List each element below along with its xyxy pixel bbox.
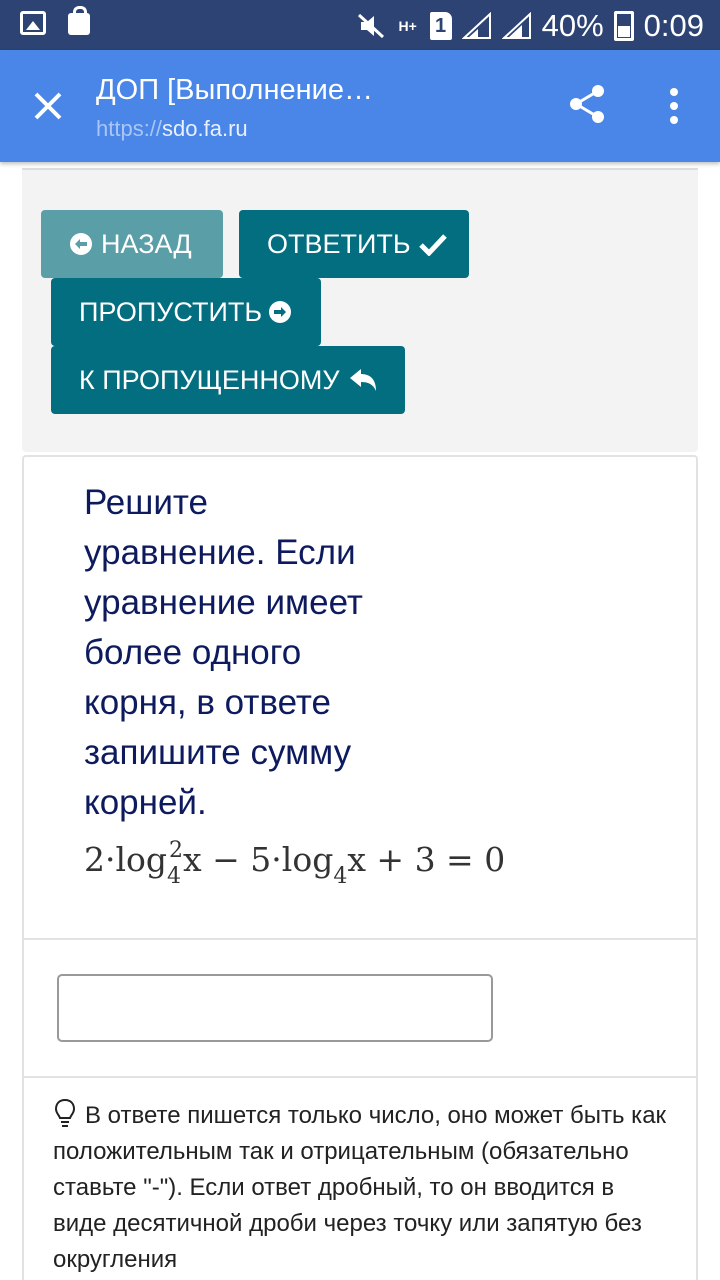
to-skipped-button-label: К ПРОПУЩЕННОМУ [79,364,340,395]
answer-button-label: ОТВЕТИТЬ [267,228,411,259]
share-icon[interactable] [566,82,610,126]
bag-icon [68,6,90,35]
to-skipped-button[interactable]: К ПРОПУЩЕННОМУ [51,346,405,414]
question-text: Решите уравнение. Если уравнение имеет б… [84,483,363,822]
more-vert-icon[interactable] [656,84,692,128]
formula-part-1: 2·log [84,840,168,879]
reply-icon [349,369,376,391]
url-protocol: https:// [96,116,163,141]
answer-button[interactable]: ОТВЕТИТЬ [239,210,469,278]
network-type: H+ [398,17,417,34]
formula-part-3: x + 3 = 0 [347,840,506,879]
clock: 0:09 [643,8,704,43]
page-title: ДОП [Выполнение… [96,74,373,106]
close-icon[interactable] [26,84,70,128]
image-icon [20,11,46,35]
check-icon [418,234,447,256]
sim-icon: 1 [429,12,452,40]
app-bar: ДОП [Выполнение… https://sdo.fa.ru [0,50,720,162]
formula-log-power: 2 [169,838,184,863]
hint: В ответе пишется только число, оно может… [53,1098,673,1278]
url-host: sdo.fa.ru [162,116,248,141]
back-button-label: НАЗАД [101,228,192,259]
status-bar: H+ 1 40% 0:09 [0,0,720,50]
divider [24,1076,696,1078]
answer-input[interactable] [57,974,493,1042]
lightbulb-icon [54,1098,76,1127]
mute-icon [357,13,384,39]
battery-percent: 40% [541,8,604,43]
skip-button-label: ПРОПУСТИТЬ [79,296,263,327]
hint-text: В ответе пишется только число, оно может… [53,1102,667,1273]
signal-icon-2 [501,12,531,39]
arrow-left-circle-icon [70,233,92,255]
skip-button[interactable]: ПРОПУСТИТЬ [51,278,321,346]
formula-part-2: x − 5·log [183,840,334,879]
divider [24,938,696,940]
page-url: https://sdo.fa.ru [96,116,248,142]
back-button[interactable]: НАЗАД [41,210,223,278]
arrow-right-circle-icon [269,301,292,323]
formula-log-base: 4 [167,864,182,889]
signal-icon [461,12,491,39]
equation-formula: 2·log42x − 5·log4x + 3 = 0 [84,838,506,889]
formula-log-base-2: 4 [333,864,348,889]
battery-icon [613,11,634,41]
